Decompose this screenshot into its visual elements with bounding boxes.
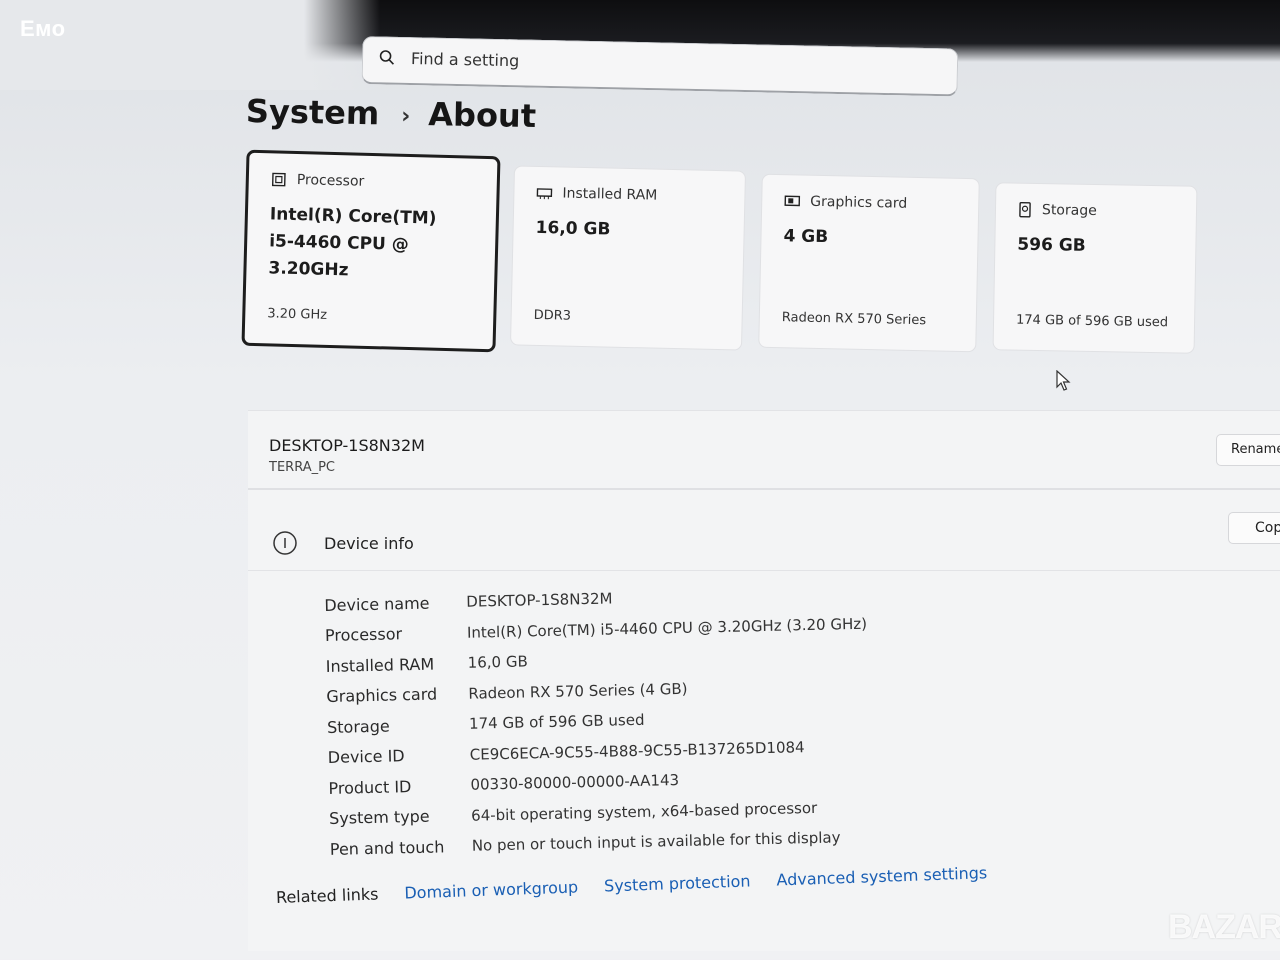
- card-title: Graphics card: [810, 193, 908, 212]
- breadcrumb: System › About: [246, 92, 537, 135]
- search-placeholder: Find a setting: [410, 49, 520, 71]
- card-subtitle: 3.20 GHz: [267, 306, 328, 323]
- spec-label: System type: [328, 806, 430, 829]
- pc-name: DESKTOP-1S8N32M: [269, 436, 425, 455]
- related-links-label: Related links: [275, 884, 379, 907]
- card-subtitle: DDR3: [533, 307, 572, 324]
- processor-icon: [271, 172, 286, 187]
- spec-label: Processor: [324, 624, 403, 646]
- device-specs: Device name DESKTOP-1S8N32M Processor Inte…: [324, 578, 872, 865]
- card-value: 16,0 GB: [535, 217, 611, 240]
- divider: [248, 488, 1280, 490]
- breadcrumb-parent[interactable]: System: [246, 92, 380, 132]
- chevron-right-icon: ›: [401, 103, 411, 129]
- graphics-card[interactable]: Graphics card 4 GB Radeon RX 570 Series: [758, 173, 980, 353]
- spec-label: Device name: [324, 593, 430, 615]
- card-subtitle: 174 GB of 596 GB used: [1015, 312, 1169, 331]
- spec-value: 174 GB of 596 GB used: [468, 711, 645, 733]
- mouse-cursor-icon: [1056, 370, 1071, 391]
- card-subtitle: Radeon RX 570 Series: [781, 310, 927, 329]
- spec-value: 16,0 GB: [467, 652, 528, 673]
- search-icon: [379, 50, 394, 65]
- screen-glare: [0, 0, 380, 90]
- page-title: About: [428, 95, 537, 136]
- spec-label: Installed RAM: [325, 654, 435, 676]
- card-title: Storage: [1041, 202, 1097, 220]
- ram-card[interactable]: Installed RAM 16,0 GB DDR3: [509, 165, 747, 351]
- spec-value: 00330-80000-00000-AA143: [470, 771, 680, 794]
- spec-label: Product ID: [328, 776, 412, 798]
- spec-label: Pen and touch: [329, 837, 445, 859]
- card-value: 596 GB: [1017, 234, 1086, 256]
- spec-value: Radeon RX 570 Series (4 GB): [468, 679, 688, 703]
- pc-model: TERRA_PC: [269, 460, 336, 475]
- card-title: Installed RAM: [562, 185, 658, 204]
- divider: [248, 570, 1280, 571]
- spec-value: CE9C6ECA-9C55-4B88-9C55-B137265D1084: [469, 737, 805, 764]
- device-info-header[interactable]: Device info: [272, 530, 414, 556]
- storage-icon: [1019, 202, 1031, 218]
- card-value: 4 GB: [783, 226, 829, 248]
- spec-value: No pen or touch input is available for t…: [471, 828, 841, 855]
- spec-label: Device ID: [327, 746, 405, 768]
- graphics-card-icon: [784, 195, 801, 207]
- spec-label: Storage: [326, 716, 390, 737]
- info-icon: [273, 531, 297, 555]
- device-info-title: Device info: [324, 533, 414, 553]
- watermark-logo: BAZAR: [1168, 908, 1280, 946]
- processor-card[interactable]: Processor Intel(R) Core(TM) i5-4460 CPU …: [241, 149, 501, 353]
- storage-card[interactable]: Storage 596 GB 174 GB of 596 GB used: [992, 182, 1198, 354]
- card-value: Intel(R) Core(TM) i5-4460 CPU @ 3.20GHz: [268, 204, 437, 281]
- spec-value: 64-bit operating system, x64-based proce…: [470, 798, 818, 825]
- copy-button[interactable]: Cop: [1228, 512, 1280, 544]
- spec-value: Intel(R) Core(TM) i5-4460 CPU @ 3.20GHz …: [466, 614, 868, 642]
- rename-button[interactable]: Rename: [1216, 434, 1280, 466]
- spec-label: Graphics card: [326, 684, 438, 707]
- spec-value: DESKTOP-1S8N32M: [466, 589, 613, 612]
- card-title: Processor: [296, 172, 365, 190]
- ram-icon: [536, 188, 553, 200]
- watermark-text: Емо: [20, 16, 66, 41]
